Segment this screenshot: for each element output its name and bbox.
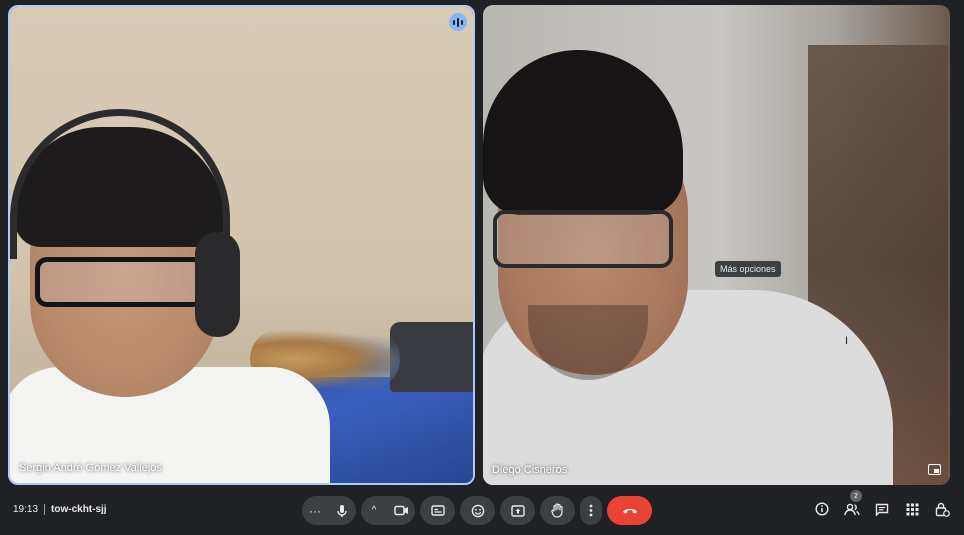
people-icon bbox=[844, 503, 860, 515]
participant-tile-sergio[interactable]: Sergio André Gómez Vallejos bbox=[8, 5, 475, 485]
more-options-tooltip: Más opciones bbox=[715, 261, 781, 277]
activities-icon bbox=[906, 503, 918, 515]
audio-settings-button[interactable]: ··· bbox=[302, 496, 328, 525]
call-controls: ··· ^ bbox=[302, 496, 652, 525]
people-count-badge: 2 bbox=[850, 490, 862, 502]
meeting-code: tow-ckht-sjj bbox=[51, 504, 107, 515]
raise-hand-button[interactable] bbox=[540, 496, 575, 525]
host-controls-icon bbox=[935, 502, 950, 517]
people-button[interactable]: 2 bbox=[843, 490, 862, 518]
audio-control-group: ··· bbox=[302, 496, 356, 525]
text-cursor: I bbox=[845, 335, 849, 347]
present-button[interactable] bbox=[500, 496, 535, 525]
camera-button[interactable] bbox=[387, 496, 415, 525]
captions-button[interactable] bbox=[420, 496, 455, 525]
present-icon bbox=[510, 504, 525, 517]
end-call-button[interactable] bbox=[607, 496, 652, 525]
control-bar: 19:13 tow-ckht-sjj ··· ^ 2 bbox=[0, 488, 964, 535]
emoji-icon bbox=[471, 504, 484, 517]
speaking-indicator-icon bbox=[449, 13, 467, 31]
more-options-button[interactable] bbox=[580, 496, 602, 525]
mic-icon bbox=[337, 504, 347, 517]
meeting-details-button[interactable] bbox=[813, 500, 831, 518]
expand-icon[interactable] bbox=[928, 464, 941, 475]
video-settings-button[interactable]: ^ bbox=[361, 496, 387, 525]
raise-hand-icon bbox=[551, 503, 563, 518]
meeting-info: 19:13 tow-ckht-sjj bbox=[13, 504, 107, 515]
video-feed bbox=[483, 5, 950, 485]
end-call-icon bbox=[622, 508, 637, 513]
meeting-time: 19:13 bbox=[13, 504, 39, 515]
info-icon bbox=[815, 502, 829, 516]
captions-icon bbox=[430, 505, 445, 516]
participant-name: Diego Cisneros bbox=[492, 464, 568, 476]
video-feed bbox=[10, 7, 473, 483]
more-vert-icon bbox=[589, 504, 593, 517]
camera-icon bbox=[393, 505, 408, 516]
chat-button[interactable] bbox=[873, 500, 891, 518]
meeting-stage: Sergio André Gómez Vallejos Más opciones… bbox=[0, 0, 964, 535]
mic-button[interactable] bbox=[328, 496, 356, 525]
emoji-button[interactable] bbox=[460, 496, 495, 525]
host-controls-button[interactable] bbox=[933, 500, 951, 518]
participant-name: Sergio André Gómez Vallejos bbox=[19, 462, 162, 474]
activities-button[interactable] bbox=[903, 500, 921, 518]
video-control-group: ^ bbox=[361, 496, 415, 525]
participant-tile-diego[interactable]: Más opciones I Diego Cisneros bbox=[483, 5, 950, 485]
chat-icon bbox=[875, 503, 889, 516]
side-tools: 2 bbox=[813, 490, 951, 518]
divider bbox=[44, 504, 46, 515]
